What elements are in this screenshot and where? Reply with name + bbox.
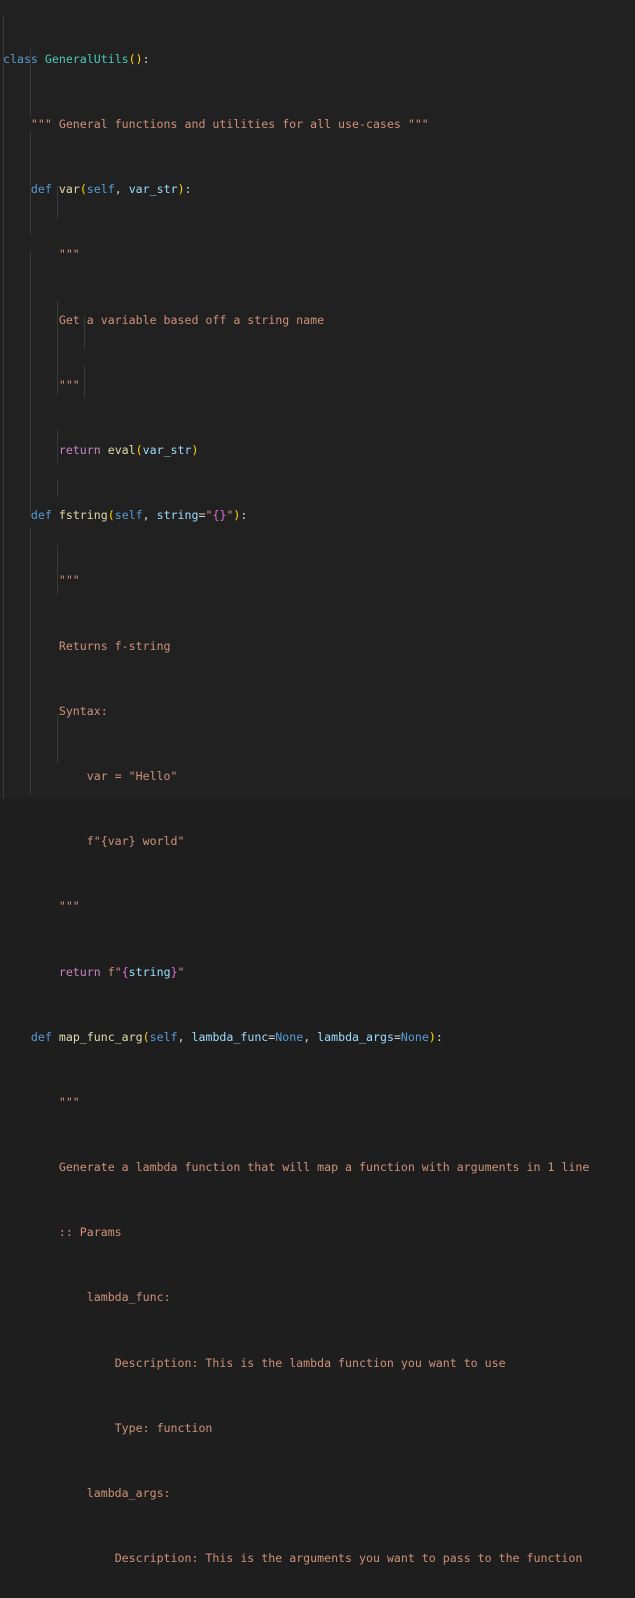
code-line-15: return f"{string}" bbox=[58, 964, 185, 979]
code-line-1: class GeneralUtils(): bbox=[3, 51, 150, 66]
code-line-22: Type: function bbox=[114, 1420, 213, 1435]
code-line-24: Description: This is the arguments you w… bbox=[114, 1551, 583, 1566]
code-line-7: return eval(var_str) bbox=[58, 443, 199, 458]
code-line-19: :: Params bbox=[58, 1225, 122, 1240]
code-line-17: """ bbox=[58, 1094, 80, 1109]
code-editor[interactable]: class GeneralUtils(): """ General functi… bbox=[0, 0, 635, 1565]
code-line-14: """ bbox=[58, 899, 80, 914]
code-line-18: Generate a lambda function that will map… bbox=[58, 1160, 590, 1175]
code-line-10: Returns f-string bbox=[58, 638, 171, 653]
code-line-11: Syntax: bbox=[58, 703, 108, 718]
code-content[interactable]: class GeneralUtils(): """ General functi… bbox=[0, 0, 635, 1598]
code-line-8: def fstring(self, string="{}"): bbox=[30, 508, 248, 523]
code-line-3: def var(self, var_str): bbox=[30, 182, 192, 197]
code-line-23: lambda_args: bbox=[86, 1486, 171, 1501]
code-line-2: """ General functions and utilities for … bbox=[30, 117, 429, 132]
code-line-20: lambda_func: bbox=[86, 1290, 171, 1305]
code-line-12: var = "Hello" bbox=[86, 768, 178, 783]
code-line-4: """ bbox=[58, 247, 80, 262]
code-line-9: """ bbox=[58, 573, 80, 588]
code-line-5: Get a variable based off a string name bbox=[58, 312, 325, 327]
code-line-16: def map_func_arg(self, lambda_func=None,… bbox=[30, 1029, 443, 1044]
code-line-21: Description: This is the lambda function… bbox=[114, 1355, 506, 1370]
code-line-6: """ bbox=[58, 377, 80, 392]
code-line-13: f"{var} world" bbox=[86, 834, 185, 849]
